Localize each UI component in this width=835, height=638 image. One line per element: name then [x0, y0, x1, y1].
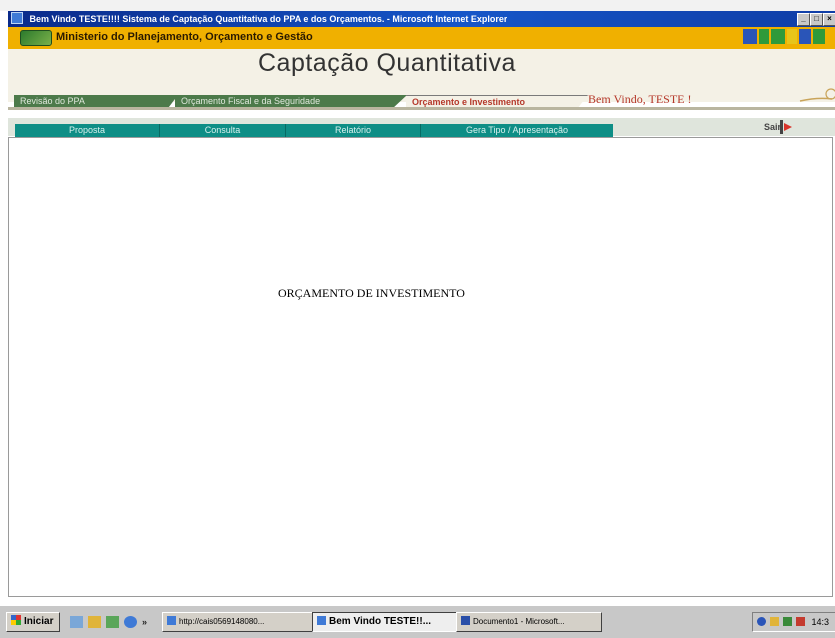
ministry-logo-icon: [20, 30, 52, 46]
internet-explorer-icon: [317, 616, 326, 625]
clock[interactable]: 14:3: [812, 617, 830, 627]
windows-flag-icon: [11, 615, 21, 625]
internet-explorer-icon: [11, 12, 23, 24]
quicklaunch-app-icon[interactable]: [106, 616, 119, 628]
brasil-logo: [743, 29, 827, 46]
tray-alert-icon[interactable]: [796, 617, 805, 626]
ministry-bar: Ministerio do Planejamento, Orçamento e …: [8, 27, 835, 49]
minimize-button[interactable]: _: [797, 13, 810, 26]
internet-explorer-icon: [167, 616, 176, 625]
nav-consulta[interactable]: Consulta: [160, 124, 286, 137]
taskbar-item-browser-url[interactable]: http://cais0569148080...: [162, 612, 314, 632]
tray-app-icon[interactable]: [770, 617, 779, 626]
nav-relatorio[interactable]: Relatório: [286, 124, 421, 137]
volume-icon[interactable]: [783, 617, 792, 626]
window-title-bar[interactable]: Bem Vindo TESTE!!!! Sistema de Captação …: [8, 11, 835, 27]
task-label: Bem Vindo TESTE!!...: [329, 616, 432, 627]
search-icon[interactable]: [88, 616, 101, 628]
internet-explorer-icon[interactable]: [124, 616, 137, 628]
taskbar-item-bem-vindo[interactable]: Bem Vindo TESTE!!...: [312, 612, 458, 632]
maximize-button[interactable]: □: [810, 13, 823, 26]
start-button[interactable]: Iniciar: [6, 612, 60, 632]
window-top-edge: [0, 0, 835, 11]
tab-divider: [8, 107, 835, 110]
start-label: Iniciar: [24, 616, 54, 627]
system-tray: 14:3: [752, 612, 835, 632]
sub-nav: Proposta Consulta Relatório Gera Tipo / …: [15, 124, 613, 137]
taskbar-item-documento[interactable]: Documento1 - Microsoft...: [456, 612, 602, 632]
content-heading: ORÇAMENTO DE INVESTIMENTO: [278, 286, 465, 300]
nav-proposta[interactable]: Proposta: [15, 124, 160, 137]
chevron-right-icon[interactable]: »: [142, 616, 155, 628]
ministry-name: Ministerio do Planejamento, Orçamento e …: [56, 31, 313, 43]
task-label: Documento1 - Microsoft...: [473, 617, 565, 626]
network-icon[interactable]: [757, 617, 766, 626]
window-title: Bem Vindo TESTE!!!! Sistema de Captação …: [29, 14, 508, 24]
word-document-icon: [461, 616, 470, 625]
nav-gera-tipo[interactable]: Gera Tipo / Apresentação: [421, 124, 613, 137]
page-title: Captação Quantitativa: [258, 49, 516, 77]
exit-door-icon[interactable]: [778, 119, 794, 135]
close-button[interactable]: ×: [823, 13, 835, 26]
desktop-icon[interactable]: [70, 616, 83, 628]
content-area: [8, 137, 833, 597]
task-label: http://cais0569148080...: [179, 617, 265, 626]
